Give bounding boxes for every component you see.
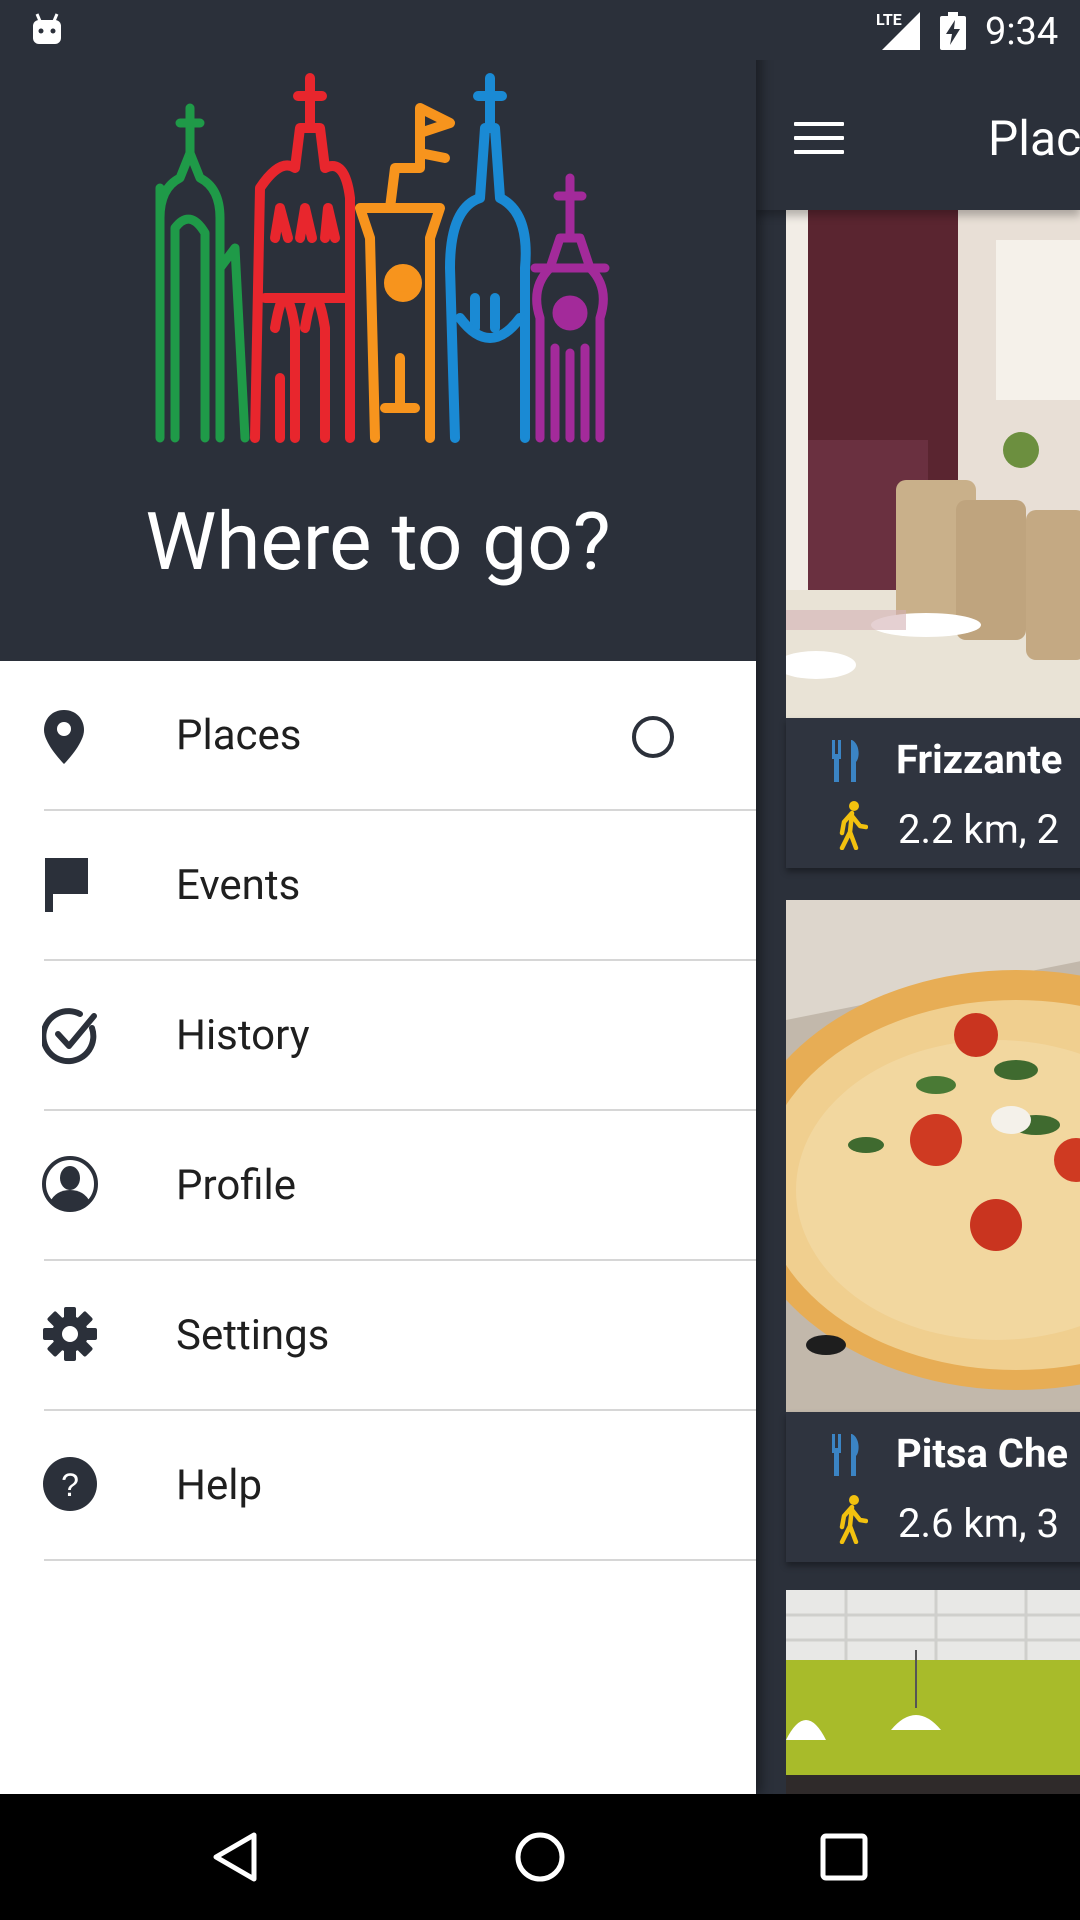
svg-text:?: ? — [61, 1467, 79, 1503]
navigation-drawer: Where to go? Places Events History Profi… — [0, 0, 756, 1794]
menu-item-history[interactable]: History — [0, 961, 756, 1111]
menu-item-label: Places — [176, 711, 302, 760]
menu-item-label: Help — [176, 1461, 263, 1510]
restaurant-icon — [832, 1434, 859, 1476]
place-distance: 2.6 km, 3 — [898, 1500, 1060, 1547]
menu-item-label: Events — [176, 861, 301, 910]
location-pin-icon — [44, 710, 84, 764]
person-circle-icon — [42, 1156, 98, 1212]
help-circle-icon: ? — [43, 1457, 97, 1511]
menu-item-label: Settings — [176, 1311, 330, 1360]
walking-icon — [839, 1495, 868, 1544]
place-name: Pitsa Che — [896, 1430, 1068, 1477]
menu-item-profile[interactable]: Profile — [0, 1111, 756, 1261]
place-card[interactable]: Pitsa Che 2.6 km, 3 — [786, 900, 1080, 1562]
place-photo — [786, 210, 1080, 718]
place-info: Pitsa Che 2.6 km, 3 — [786, 1412, 1080, 1562]
home-icon[interactable] — [513, 1830, 567, 1884]
flag-icon — [45, 858, 88, 912]
place-distance: 2.2 km, 2 — [898, 806, 1060, 853]
battery-charging-icon — [940, 12, 966, 50]
place-card[interactable]: Frizzante 2.2 km, 2 — [786, 210, 1080, 868]
menu-item-settings[interactable]: Settings — [0, 1261, 756, 1411]
divider — [44, 1559, 756, 1561]
menu-item-label: Profile — [176, 1161, 297, 1210]
drawer-header: Where to go? — [0, 0, 756, 661]
place-name: Frizzante — [896, 736, 1063, 783]
place-photo — [786, 1590, 1080, 1800]
clock: 9:34 — [985, 10, 1059, 54]
place-info: Frizzante 2.2 km, 2 — [786, 718, 1080, 868]
check-circle-icon — [42, 1008, 97, 1065]
gear-icon — [43, 1307, 97, 1361]
recents-icon[interactable] — [817, 1830, 871, 1884]
app-toolbar: Plac — [756, 60, 1080, 210]
system-navigation-bar — [0, 1794, 1080, 1920]
places-screen: Plac Frizzante 2.2 km, 2 Pitsa Che 2.6 k… — [756, 60, 1080, 1800]
screen: LTE 9:34 Plac Frizzante 2.2 km, 2 Pitsa … — [0, 0, 1080, 1920]
menu-item-help[interactable]: ? Help — [0, 1411, 756, 1561]
menu-item-places[interactable]: Places — [0, 661, 756, 811]
place-photo — [786, 900, 1080, 1412]
signal-icon — [882, 12, 920, 50]
android-notification-icon — [33, 13, 61, 44]
toolbar-title: Plac — [988, 110, 1080, 167]
menu-item-events[interactable]: Events — [0, 811, 756, 961]
city-towers-logo — [155, 73, 610, 443]
status-bar: LTE 9:34 — [0, 0, 1080, 60]
back-icon[interactable] — [208, 1830, 262, 1884]
walking-icon — [839, 801, 868, 850]
drawer-title: Where to go? — [145, 495, 611, 589]
place-card[interactable] — [786, 1590, 1080, 1800]
drawer-menu: Places Events History Profile Settings ?… — [0, 661, 756, 1561]
restaurant-icon — [832, 740, 859, 782]
menu-item-label: History — [176, 1011, 310, 1060]
menu-icon[interactable] — [794, 122, 844, 158]
selected-indicator — [632, 716, 674, 758]
